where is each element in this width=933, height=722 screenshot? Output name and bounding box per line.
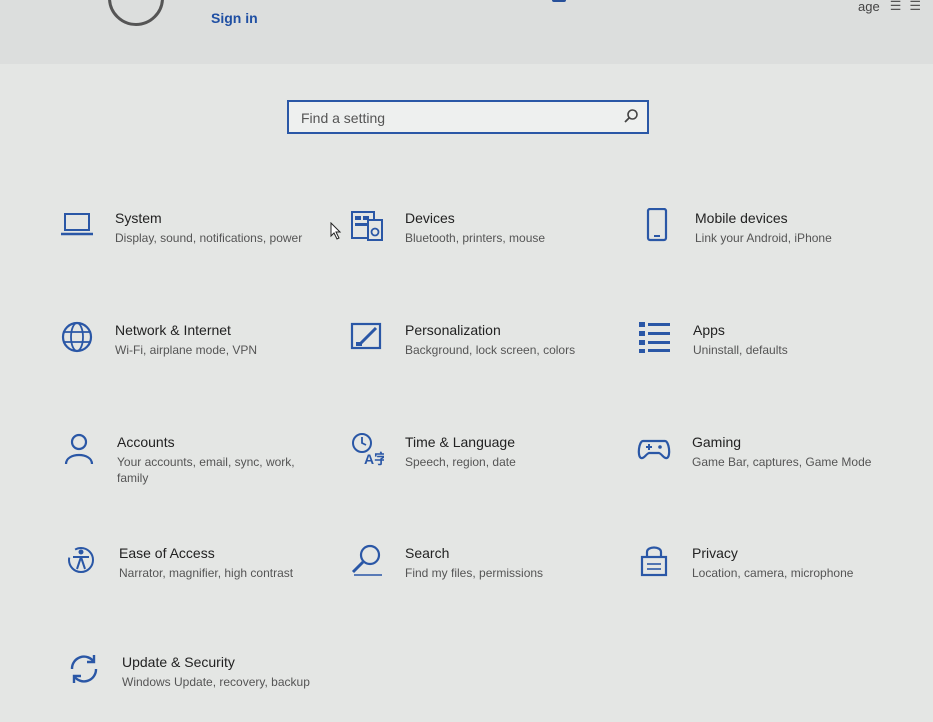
tile-description: Bluetooth, printers, mouse [405, 231, 546, 245]
tile-title: Ease of Access [119, 545, 215, 561]
tile-description: Game Bar, captures, Game Mode [692, 455, 872, 469]
gamepad-icon [637, 432, 671, 466]
paint-icon [350, 320, 384, 354]
tile-description: Background, lock screen, colors [405, 343, 576, 357]
svg-text:A字: A字 [364, 451, 384, 466]
tile-description: Uninstall, defaults [693, 343, 788, 357]
tile-update-security[interactable]: Update & Security Windows Update, recove… [67, 652, 317, 722]
update-icon [67, 652, 101, 686]
time-language-icon: A字 [350, 432, 388, 467]
laptop-icon [60, 208, 94, 242]
search-magnifier-icon[interactable] [623, 108, 639, 124]
tile-devices[interactable]: Devices Bluetooth, printers, mouse [350, 208, 600, 278]
sign-in-link[interactable]: Sign in [211, 10, 258, 26]
tile-title: Search [405, 545, 450, 561]
avatar[interactable] [108, 0, 164, 26]
tile-personalization[interactable]: Personalization Background, lock screen,… [350, 320, 600, 390]
header-icon-1[interactable]: ☰ [890, 0, 902, 14]
tile-ease-of-access[interactable]: Ease of Access Narrator, magnifier, high… [64, 543, 314, 613]
tile-description: Link your Android, iPhone [695, 231, 832, 245]
tile-description: Speech, region, date [405, 455, 516, 469]
tile-title: System [115, 210, 162, 226]
tile-description: Display, sound, notifications, power [115, 231, 303, 245]
tile-description: Narrator, magnifier, high contrast [119, 566, 294, 580]
tile-gaming[interactable]: Gaming Game Bar, captures, Game Mode [637, 432, 887, 502]
tile-title: Time & Language [405, 434, 515, 450]
tile-title: Personalization [405, 322, 501, 338]
tile-time-language[interactable]: A字 Time & Language Speech, region, date [350, 432, 600, 502]
tile-title: Update & Security [122, 654, 235, 670]
header-right-label: age [857, 0, 880, 14]
search-input[interactable] [299, 107, 613, 129]
tile-description: Find my files, permissions [405, 566, 544, 580]
globe-icon [60, 320, 94, 354]
tile-title: Apps [693, 322, 725, 338]
tile-description: Wi-Fi, airplane mode, VPN [115, 343, 258, 357]
tile-accounts[interactable]: Accounts Your accounts, email, sync, wor… [62, 432, 312, 502]
phone-icon [640, 207, 674, 242]
settings-header: Sign in age ☰ ☰ [0, 0, 933, 64]
tile-apps[interactable]: Apps Uninstall, defaults [638, 320, 888, 390]
lock-icon [637, 543, 671, 577]
tile-privacy[interactable]: Privacy Location, camera, microphone [637, 543, 887, 613]
tile-system[interactable]: System Display, sound, notifications, po… [60, 208, 310, 278]
tile-network-internet[interactable]: Network & Internet Wi-Fi, airplane mode,… [60, 320, 310, 390]
header-marker-icon [552, 0, 566, 2]
search-icon [350, 543, 384, 577]
search-box[interactable] [287, 100, 649, 134]
tile-title: Devices [405, 210, 455, 226]
ease-of-access-icon [64, 543, 98, 577]
tile-title: Accounts [117, 434, 175, 450]
tile-title: Gaming [692, 434, 742, 450]
mouse-pointer-icon [330, 221, 342, 240]
tile-description: Windows Update, recovery, backup [122, 675, 310, 689]
apps-list-icon [638, 320, 672, 354]
person-icon [62, 432, 96, 466]
keyboard-speaker-icon [350, 208, 384, 242]
tile-description: Location, camera, microphone [692, 566, 854, 580]
tile-search[interactable]: Search Find my files, permissions [350, 543, 600, 613]
tile-mobile-devices[interactable]: Mobile devices Link your Android, iPhone [640, 207, 890, 278]
tile-title: Network & Internet [115, 322, 231, 338]
header-icon-2[interactable]: ☰ [909, 0, 921, 14]
tile-title: Mobile devices [695, 210, 788, 226]
tile-description: Your accounts, email, sync, work, family [117, 455, 295, 485]
tile-title: Privacy [692, 545, 738, 561]
header-right: age ☰ ☰ [857, 0, 921, 14]
